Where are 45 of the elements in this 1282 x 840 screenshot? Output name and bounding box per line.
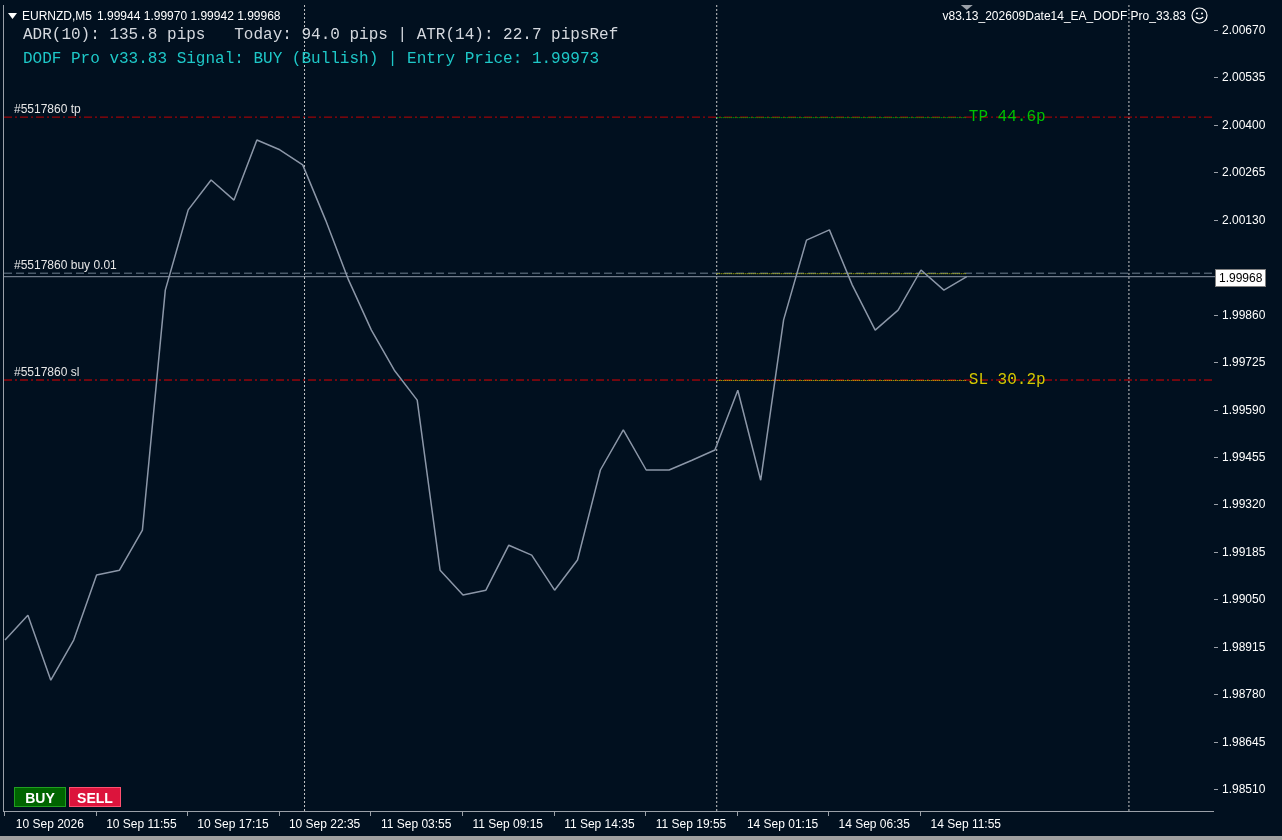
order-label: #5517860 tp [14, 101, 81, 119]
order-label: #5517860 buy 0.01 [14, 257, 117, 275]
price-tick-label: 1.99185 [1222, 544, 1266, 559]
entry-line[interactable] [4, 272, 1215, 274]
ohlc-values: 1.99944 1.99970 1.99942 1.99968 [97, 8, 281, 25]
price-tick-label: 2.00535 [1222, 70, 1266, 85]
collapse-triangle-icon[interactable] [8, 13, 17, 19]
order-tag: SL 30.2p [968, 371, 1046, 389]
expert-name: v83.13_202609Date14_EA_DODF Pro_33.83 [942, 10, 1186, 23]
order-label: #5517860 sl [14, 364, 80, 381]
symbol-label: EURNZD,M5 [22, 8, 92, 25]
price-tick-label: 1.98915 [1222, 639, 1266, 654]
price-tick-label: 1.98510 [1222, 782, 1266, 797]
time-tick-label: 10 Sep 17:15 [197, 817, 269, 831]
price-tick-label: 2.00265 [1222, 165, 1266, 180]
time-tick-label: 10 Sep 11:55 [106, 817, 177, 831]
time-tick-label: 10 Sep 22:35 [288, 817, 361, 831]
price-tick-label: 1.99320 [1222, 497, 1266, 512]
price-tick-label: 1.99590 [1222, 402, 1266, 417]
price-tick-label: 2.00130 [1222, 212, 1266, 227]
time-tick-label: 14 Sep 06:35 [838, 817, 910, 831]
price-tick-label: 1.99725 [1222, 355, 1266, 370]
time-tick-label: 11 Sep 14:35 [564, 817, 635, 831]
price-tick-label: 2.00400 [1222, 117, 1266, 132]
stop-loss-line[interactable] [4, 379, 1215, 381]
time-tick-label: 11 Sep 03:55 [380, 817, 452, 831]
price-tick-label: 1.99860 [1222, 307, 1266, 322]
price-tick-label: 1.99050 [1222, 592, 1266, 607]
time-tick-label: 11 Sep 19:55 [655, 817, 727, 831]
stats-text: ADR(10): 135.8 pips Today: 94.0 pips | ATR(14): 22.7 pipsRef [23, 26, 619, 45]
price-tick-label: 1.99455 [1222, 450, 1266, 464]
time-tick-label: 14 Sep 11:55 [930, 817, 1002, 831]
time-tick-label: 11 Sep 09:15 [472, 817, 544, 831]
price-tick-label: 1.98645 [1222, 734, 1266, 749]
buy-button[interactable]: BUY [14, 787, 66, 807]
price-tick-label: 2.00670 [1222, 22, 1266, 37]
price-tick-label: 1.98780 [1222, 687, 1266, 702]
take-profit-line[interactable] [4, 116, 1215, 118]
bid-price-label: 1.99968 [1215, 268, 1267, 287]
time-tick-label: 10 Sep 2026 [15, 817, 84, 831]
signal-text: DODF Pro v33.83 Signal: BUY (Bullish) | Entry Price: 1.99973 [23, 50, 601, 69]
shift-marker-icon[interactable] [960, 5, 973, 10]
time-tick-label: 14 Sep 01:15 [746, 817, 819, 831]
smiley-icon[interactable] [1191, 7, 1208, 24]
sell-button[interactable]: SELL [69, 787, 121, 807]
